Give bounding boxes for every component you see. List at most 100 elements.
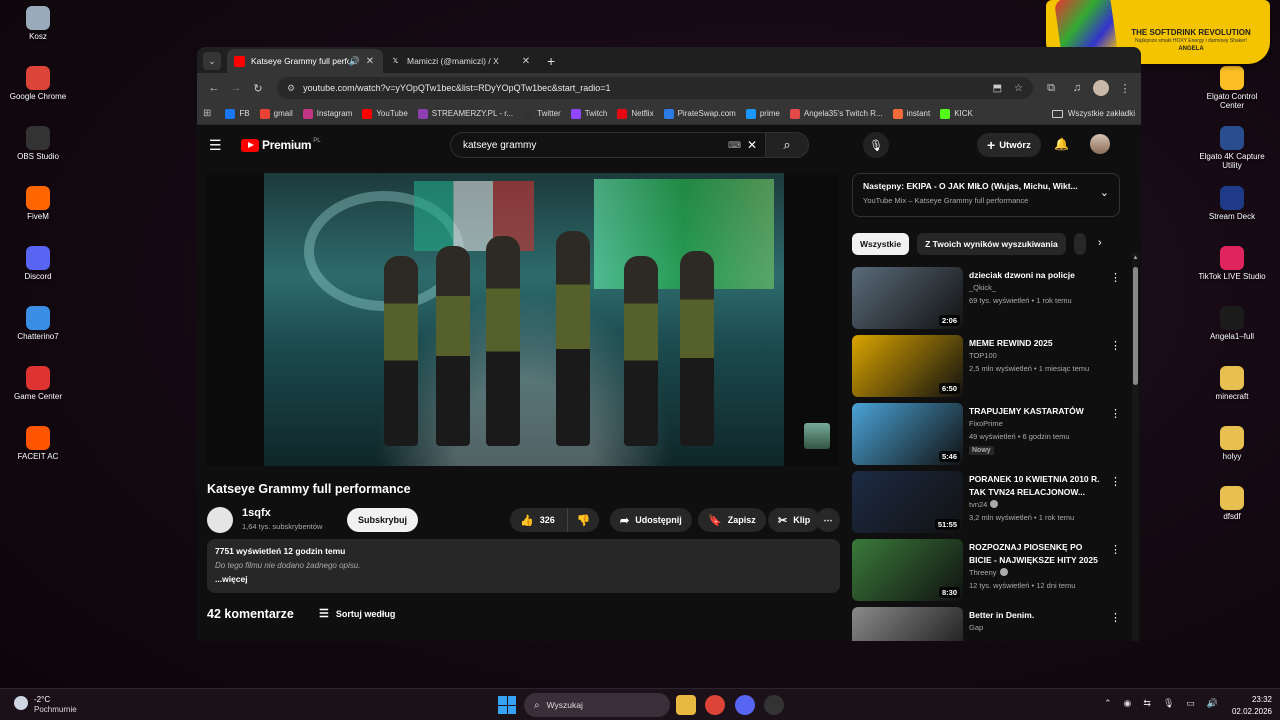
bookmark-item[interactable]: FB (225, 108, 250, 119)
bookmark-item[interactable]: instant (892, 108, 930, 119)
video-menu-icon[interactable]: ⋮ (1110, 339, 1121, 352)
chip-partial[interactable] (1073, 233, 1086, 255)
dislike-button[interactable]: 👎 (568, 514, 599, 527)
scroll-up-icon[interactable]: ▲ (1132, 255, 1139, 261)
bookmark-item[interactable]: gmail (259, 108, 293, 119)
menu-dots-icon[interactable]: ⋮ (1115, 77, 1135, 99)
chip-all[interactable]: Wszystkie (852, 233, 910, 255)
chip-from-search[interactable]: Z Twoich wyników wyszukiwania (917, 233, 1066, 255)
video-player[interactable] (207, 173, 839, 466)
volume-icon[interactable]: 🔊 (1207, 698, 1218, 709)
obs-taskbar-icon[interactable] (764, 695, 784, 715)
video-title[interactable]: TRAPUJEMY KASTARATÓW (969, 405, 1105, 418)
video-menu-icon[interactable]: ⋮ (1110, 611, 1121, 624)
video-thumbnail[interactable]: 2:06 (852, 267, 963, 329)
video-thumbnail[interactable]: 8:30 (852, 539, 963, 601)
tab-x[interactable]: 𝕏 Mamiczi (@mamiczi) / X ✕ (383, 49, 539, 73)
clear-search-icon[interactable]: ✕ (747, 138, 757, 152)
video-menu-icon[interactable]: ⋮ (1110, 407, 1121, 420)
desktop-icon[interactable]: holyy (1194, 426, 1270, 461)
address-bar[interactable]: ⚙ youtube.com/watch?v=yYOpQTw1bec&list=R… (277, 77, 1033, 99)
microphone-icon[interactable]: 🎙 (1163, 698, 1174, 709)
new-tab-button[interactable]: + (547, 53, 555, 69)
bookmark-item[interactable]: Twitter (523, 108, 561, 119)
desktop-icon[interactable]: minecraft (1194, 366, 1270, 401)
windows-start-icon[interactable] (498, 696, 516, 714)
bookmark-item[interactable]: STREAMERZY.PL - r... (417, 108, 513, 119)
video-channel[interactable]: tvn24 (969, 500, 999, 509)
video-channel[interactable]: _Qkick_ (969, 283, 996, 292)
more-actions-button[interactable]: ⋯ (816, 508, 840, 532)
page-scrollbar[interactable]: ▲ ▼ (1132, 253, 1139, 641)
desktop-icon[interactable]: Google Chrome (0, 66, 76, 101)
scrollbar-thumb[interactable] (1133, 267, 1138, 385)
recommended-video[interactable]: 2:06 dzieciak dzwoni na policje _Qkick_ 69 … (852, 267, 1130, 329)
up-next-mix-box[interactable]: Następny: EKIPA - O JAK MIŁO (Wujas, Mic… (852, 173, 1120, 217)
install-app-icon[interactable]: ⬒ (993, 83, 1002, 94)
chevron-down-icon[interactable]: ⌄ (1100, 186, 1109, 199)
video-thumbnail[interactable] (852, 607, 963, 641)
bookmark-item[interactable]: KICK (940, 108, 973, 119)
desktop-icon[interactable]: Chatterino7 (0, 306, 76, 341)
discord-taskbar-icon[interactable] (735, 695, 755, 715)
desktop-icon[interactable]: dfsdf (1194, 486, 1270, 521)
video-menu-icon[interactable]: ⋮ (1110, 271, 1121, 284)
video-title[interactable]: PORANEK 10 KWIETNIA 2010 R. TAK TVN24 RE… (969, 473, 1105, 499)
share-button[interactable]: ➦ Udostępnij (610, 508, 692, 532)
desktop-icon[interactable]: OBS Studio (0, 126, 76, 161)
url-text[interactable]: youtube.com/watch?v=yYOpQTw1bec&list=RDy… (303, 83, 981, 93)
channel-watermark-icon[interactable] (804, 423, 830, 449)
keyboard-icon[interactable]: ⌨ (728, 140, 741, 151)
video-title[interactable]: MEME REWIND 2025 (969, 337, 1105, 350)
bookmark-item[interactable]: Twitch (570, 108, 607, 119)
search-icon[interactable]: ⌕ (765, 132, 809, 158)
video-title[interactable]: Better in Denim. (969, 609, 1105, 622)
bookmark-item[interactable]: prime (745, 108, 780, 119)
desktop-icon[interactable]: Angela1–full (1194, 306, 1270, 341)
bookmark-item[interactable]: YouTube (362, 108, 408, 119)
subscribe-button[interactable]: Subskrybuj (347, 508, 419, 532)
create-button[interactable]: + Utwórz (977, 133, 1041, 157)
channel-name[interactable]: 1sqfx (242, 507, 271, 519)
discord-tray-icon[interactable]: ◉ (1124, 698, 1132, 709)
weather-widget[interactable]: -2°C Pochmurnie (14, 694, 84, 716)
desktop-icon[interactable]: Kosz (0, 6, 76, 41)
all-bookmarks-button[interactable]: Wszystkie zakładki (1051, 109, 1135, 118)
extensions-icon[interactable]: ⧉ (1041, 77, 1061, 99)
tab-search-button[interactable]: ⌄ (203, 52, 221, 70)
recommended-video[interactable]: 51:55 PORANEK 10 KWIETNIA 2010 R. TAK TVN… (852, 471, 1130, 533)
save-button[interactable]: 🔖 Zapisz (698, 508, 766, 532)
audio-playing-icon[interactable]: 🔊 (349, 56, 360, 67)
account-avatar[interactable] (1090, 134, 1110, 154)
bookmark-item[interactable]: Angela35's Twitch R... (789, 108, 883, 119)
display-icon[interactable]: ▭ (1186, 698, 1195, 709)
desktop-icon[interactable]: Game Center (0, 366, 76, 401)
chrome-taskbar-icon[interactable] (705, 695, 725, 715)
profile-avatar[interactable] (1093, 80, 1109, 96)
desktop-icon[interactable]: Discord (0, 246, 76, 281)
tab-youtube[interactable]: Katseye Grammy full perfor 🔊 ✕ (227, 49, 383, 73)
menu-hamburger-icon[interactable]: ☰ (209, 137, 225, 154)
video-thumbnail[interactable]: 5:46 (852, 403, 963, 465)
like-button[interactable]: 👍 326 (510, 508, 568, 532)
desktop-icon[interactable]: Elgato Control Center (1194, 66, 1270, 110)
video-menu-icon[interactable]: ⋮ (1110, 475, 1121, 488)
bookmark-star-icon[interactable]: ☆ (1014, 83, 1023, 94)
bookmark-item[interactable]: PirateSwap.com (663, 108, 736, 119)
recommended-video[interactable]: 8:30 ROZPOZNAJ PIOSENKĘ PO BICIE - NAJWIĘ… (852, 539, 1130, 601)
video-menu-icon[interactable]: ⋮ (1110, 543, 1121, 556)
site-info-icon[interactable]: ⚙ (287, 83, 295, 94)
video-channel[interactable]: Threeny (969, 568, 1008, 577)
recommended-video[interactable]: Better in Denim. Gap ⋮ (852, 607, 1130, 641)
channel-avatar[interactable] (207, 507, 233, 533)
taskbar-search[interactable]: ⌕ Wyszukaj (524, 693, 670, 717)
youtube-premium-logo[interactable]: Premium PL (241, 138, 321, 152)
video-thumbnail[interactable]: 51:55 (852, 471, 963, 533)
video-thumbnail[interactable]: 6:50 (852, 335, 963, 397)
video-title[interactable]: dzieciak dzwoni na policje (969, 269, 1105, 282)
video-title[interactable]: ROZPOZNAJ PIOSENKĘ PO BICIE - NAJWIĘKSZE… (969, 541, 1105, 567)
language-icon[interactable]: ⇆ (1143, 698, 1151, 709)
video-channel[interactable]: Gap (969, 623, 983, 632)
desktop-icon[interactable]: FACEIT AC (0, 426, 76, 461)
video-channel[interactable]: TOP100 (969, 351, 997, 360)
